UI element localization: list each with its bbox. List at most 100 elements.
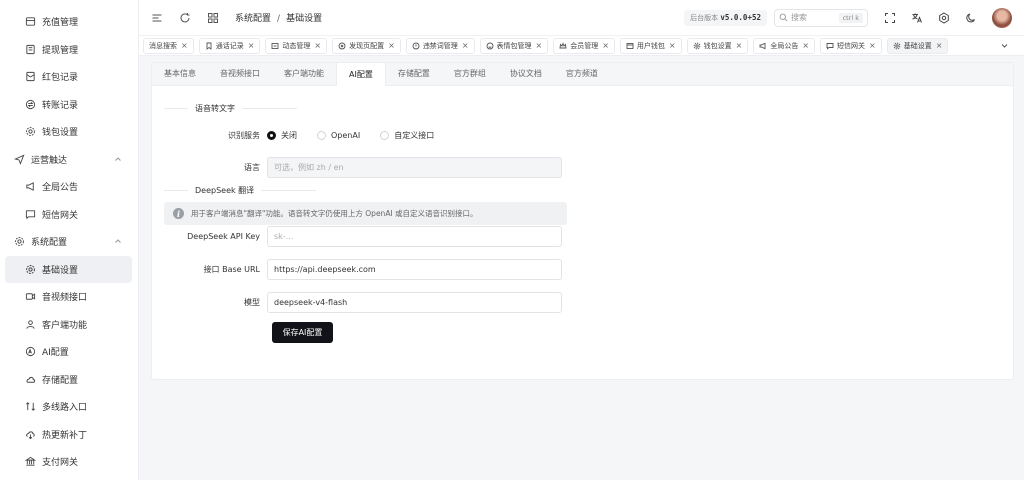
sidebar-item-red-packet[interactable]: 红包记录 (0, 63, 138, 91)
sidebar-item-ai-config[interactable]: AI配置 (0, 338, 138, 366)
radio-dot[interactable] (380, 130, 390, 140)
tab-stickers[interactable]: 表情包管理 × (479, 37, 549, 54)
menu-icon[interactable] (151, 12, 163, 24)
field-label: 识别服务 (228, 130, 260, 140)
breadcrumb-item-current: 基础设置 (286, 14, 323, 24)
sidebar-item-recharge[interactable]: 充值管理 (0, 8, 138, 36)
subtab-av-interface[interactable]: 音视频接口 (208, 62, 272, 85)
tab-discover-config[interactable]: 发现页配置 × (332, 37, 401, 54)
radio-off[interactable]: 关闭 (267, 130, 297, 141)
subtab-agreements[interactable]: 协议文档 (498, 62, 554, 85)
divider (164, 189, 188, 191)
input-value: https://api.deepseek.com (274, 264, 376, 274)
radio-custom[interactable]: 自定义接口 (380, 130, 434, 141)
chevron-down-icon[interactable] (1000, 41, 1009, 50)
sidebar: 充值管理 提现管理 红包记录 转账记录 钱包设置 运营触达 全局公告 短信网关 … (0, 0, 139, 480)
content-area: 基本信息 音视频接口 客户端功能 AI配置 存储配置 官方群组 协议文档 官方频… (139, 56, 1024, 380)
tab-announcement[interactable]: 全局公告 × (753, 37, 816, 54)
video-icon (24, 291, 36, 303)
sidebar-item-transfer[interactable]: 转账记录 (0, 91, 138, 119)
fullscreen-icon[interactable] (884, 12, 896, 24)
bank-icon (24, 456, 36, 468)
base-url-input[interactable]: https://api.deepseek.com (267, 258, 562, 280)
field-label: DeepSeek API Key (187, 231, 260, 241)
sidebar-item-multi-route[interactable]: 多线路入口 (0, 393, 138, 421)
tab-basic-settings[interactable]: 基础设置 × (886, 37, 949, 54)
close-icon[interactable]: × (536, 41, 543, 50)
withdraw-icon (24, 43, 36, 55)
close-icon[interactable]: × (388, 41, 395, 50)
gear-icon (893, 42, 901, 50)
sidebar-item-sms-gateway[interactable]: 短信网关 (0, 201, 138, 229)
close-icon[interactable]: × (869, 41, 876, 50)
close-icon[interactable]: × (936, 41, 943, 50)
api-key-input[interactable]: sk-... (267, 225, 562, 247)
sidebar-item-label: 转账记录 (42, 100, 79, 111)
tab-call-records[interactable]: 通话记录 × (198, 37, 261, 54)
subtab-ai-config[interactable]: AI配置 (336, 62, 386, 86)
radio-openai[interactable]: OpenAI (317, 130, 361, 140)
search-input[interactable]: 搜索 ctrl k (774, 8, 868, 27)
tab-message-search[interactable]: 消息搜索 × (143, 37, 194, 54)
close-icon[interactable]: × (669, 41, 676, 50)
wallet-icon (626, 42, 634, 50)
tab-wallet-settings[interactable]: 钱包设置 × (686, 37, 749, 54)
subtab-official-groups[interactable]: 官方群组 (442, 62, 498, 85)
tab-banned-words[interactable]: 违禁词管理 × (405, 37, 475, 54)
radio-label: OpenAI (331, 130, 361, 140)
avatar[interactable] (992, 7, 1012, 28)
top-header: 系统配置 / 基础设置 后台版本 v5.0.0+52 搜索 ctrl k (139, 0, 1024, 36)
close-icon[interactable]: × (462, 41, 469, 50)
sidebar-item-av-interface[interactable]: 音视频接口 (0, 283, 138, 311)
language-input[interactable]: 可选，例如 zh / en (267, 156, 562, 178)
sidebar-item-label: 基础设置 (42, 265, 79, 276)
close-icon[interactable]: × (248, 41, 255, 50)
refresh-icon[interactable] (179, 12, 191, 24)
tab-membership[interactable]: 会员管理 × (553, 37, 615, 54)
sidebar-group-system[interactable]: 系统配置 (0, 228, 138, 256)
breadcrumb-item[interactable]: 系统配置 (235, 14, 271, 24)
close-icon[interactable]: × (181, 41, 188, 50)
sidebar-item-label: 音视频接口 (42, 293, 88, 304)
close-icon[interactable]: × (736, 41, 743, 50)
translate-icon[interactable] (911, 12, 923, 24)
sidebar-item-announcement[interactable]: 全局公告 (0, 173, 138, 201)
sidebar-item-wallet-settings[interactable]: 钱包设置 (0, 118, 138, 146)
subtab-storage-config[interactable]: 存储配置 (386, 62, 442, 85)
dark-mode-icon[interactable] (965, 12, 977, 24)
sidebar-item-hotfix[interactable]: 热更新补丁 (0, 421, 138, 449)
tab-sms-gateway[interactable]: 短信网关 × (820, 37, 882, 54)
info-alert: i 用于客户端消息"翻译"功能。语音转文字仍使用上方 OpenAI 或自定义语音… (164, 202, 567, 225)
close-icon[interactable]: × (602, 41, 609, 50)
tab-user-wallet[interactable]: 用户钱包 × (619, 37, 682, 54)
subtab-basic-info[interactable]: 基本信息 (152, 62, 208, 85)
sidebar-item-storage-config[interactable]: 存储配置 (0, 366, 138, 394)
model-input[interactable]: deepseek-v4-flash (267, 291, 562, 313)
cloud-icon (24, 373, 36, 385)
sidebar-item-basic-settings[interactable]: 基础设置 (5, 255, 132, 283)
input-placeholder: 可选，例如 zh / en (274, 162, 344, 172)
sidebar-item-payment-gateway[interactable]: 支付网关 (0, 448, 138, 476)
sidebar-group-operations[interactable]: 运营触达 (0, 146, 138, 174)
image-icon (271, 42, 279, 50)
divider (242, 107, 297, 109)
send-icon (13, 153, 25, 165)
settings-icon[interactable] (938, 11, 950, 24)
save-ai-config-button[interactable]: 保存AI配置 (272, 322, 333, 343)
tab-label: 通话记录 (215, 41, 244, 50)
service-row: 识别服务 关闭 OpenAI 自定义接口 (152, 124, 1013, 146)
sidebar-item-client-features[interactable]: 客户端功能 (0, 311, 138, 339)
radio-dot[interactable] (267, 130, 276, 140)
close-icon[interactable]: × (314, 41, 321, 50)
close-icon[interactable]: × (802, 41, 809, 50)
grid-icon[interactable] (207, 12, 219, 24)
sidebar-item-withdraw[interactable]: 提现管理 (0, 36, 138, 64)
subtab-client-features[interactable]: 客户端功能 (272, 62, 336, 85)
crown-icon (559, 41, 567, 50)
route-icon (24, 401, 36, 413)
api-key-row: DeepSeek API Key sk-... (152, 225, 1013, 247)
subtab-official-channel[interactable]: 官方频道 (554, 62, 610, 85)
radio-dot[interactable] (317, 130, 326, 140)
tab-moments[interactable]: 动态管理 × (265, 37, 328, 54)
sidebar-item-label: 提现管理 (42, 45, 79, 56)
